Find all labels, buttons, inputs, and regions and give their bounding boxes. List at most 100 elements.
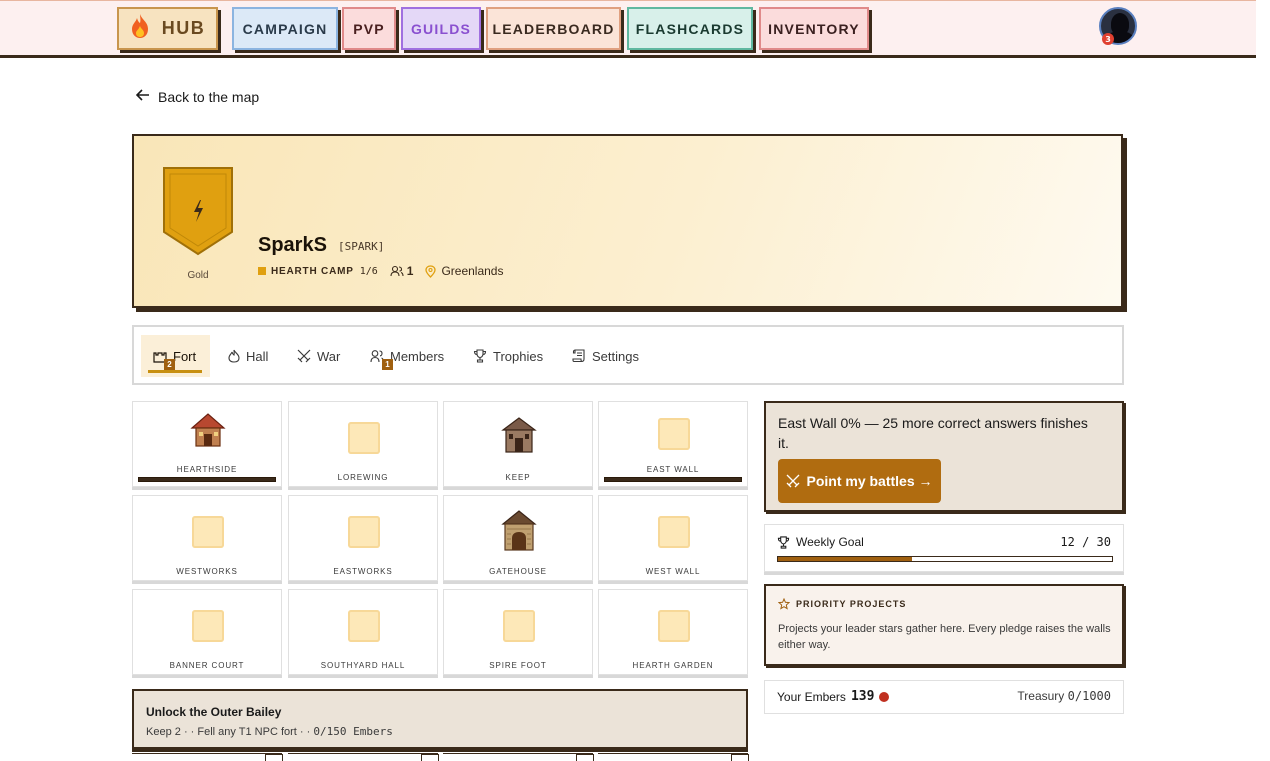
building-hearthside[interactable]: HEARTHSIDE (132, 401, 282, 487)
building-gatehouse[interactable]: GATEHOUSE (443, 495, 593, 581)
parchment-icon (192, 516, 224, 548)
notification-badge: 3 (1102, 33, 1114, 45)
unlock-outer-bailey-card: Unlock the Outer Bailey Keep 2 · · Fell … (132, 689, 748, 749)
requirement-embers: 0/150 Embers (313, 725, 393, 738)
tab-members-badge: 1 (382, 359, 393, 370)
nav-pvp-button[interactable]: PVP (342, 7, 396, 50)
nav-inventory-button[interactable]: INVENTORY (759, 7, 869, 50)
region-name: Greenlands (441, 264, 504, 278)
trophy-icon (473, 349, 487, 363)
crossed-swords-icon (297, 349, 311, 363)
building-label: HEARTHSIDE (176, 465, 238, 474)
star-icon (778, 598, 790, 610)
arrow-left-icon (135, 88, 150, 106)
parchment-icon (658, 516, 690, 548)
back-to-map-link[interactable]: Back to the map (135, 88, 260, 106)
building-label: EASTWORKS (333, 567, 393, 576)
nav-guilds-button[interactable]: GUILDS (401, 7, 481, 50)
treasury: Treasury 0/1000 (1017, 689, 1111, 703)
building-spire-foot[interactable]: SPIRE FOOT (443, 589, 593, 675)
tab-members[interactable]: Members 1 (370, 335, 444, 377)
building-keep[interactable]: KEEP (443, 401, 593, 487)
nav-hub-button[interactable]: HUB (117, 7, 218, 50)
building-label: KEEP (505, 473, 531, 482)
building-label: BANNER COURT (169, 661, 245, 670)
flame-outline-icon (228, 349, 240, 363)
building-label: SOUTHYARD HALL (320, 661, 406, 670)
building-banner-court[interactable]: BANNER COURT (132, 589, 282, 675)
next-row-edge (443, 753, 594, 761)
member-count: 1 (390, 264, 413, 278)
tier-progress: 1/6 (359, 265, 378, 277)
tab-trophies[interactable]: Trophies (473, 335, 543, 377)
embers-label: Your Embers (777, 689, 846, 704)
unlock-requirements: Keep 2 · · Fell any T1 NPC fort · · 0/15… (146, 725, 393, 738)
tier-square-icon (258, 267, 266, 275)
tab-fort-label: Fort (173, 348, 197, 364)
nav-hub-label: HUB (161, 18, 206, 38)
next-row-edge (598, 753, 749, 761)
build-progress-bar (138, 477, 276, 482)
building-label: LOREWING (337, 473, 389, 482)
east-wall-callout: East Wall 0% — 25 more correct answers f… (764, 401, 1124, 512)
nav-campaign-button[interactable]: CAMPAIGN (232, 7, 338, 50)
ember-icon (879, 691, 890, 702)
guild-shield-icon (163, 167, 233, 256)
tab-war-label: War (317, 348, 341, 364)
treasury-value: 0/1000 (1067, 689, 1111, 703)
guild-meta: HEARTH CAMP 1/6 1 Greenlands (258, 264, 503, 278)
building-label: GATEHOUSE (489, 567, 547, 576)
trophy-icon (777, 535, 790, 549)
guild-tag: [SPARK] (338, 240, 385, 253)
building-lorewing[interactable]: LOREWING (288, 401, 438, 487)
tab-trophies-label: Trophies (493, 348, 544, 364)
building-eastworks[interactable]: EASTWORKS (288, 495, 438, 581)
building-west-wall[interactable]: WEST WALL (598, 495, 748, 581)
priority-projects-card: PRIORITY PROJECTS Projects your leader s… (764, 584, 1124, 666)
callout-text: East Wall 0% — 25 more correct answers f… (778, 415, 1088, 451)
cottage-icon (190, 413, 226, 447)
building-westworks[interactable]: WESTWORKS (132, 495, 282, 581)
weekly-goal-card: Weekly Goal 12 / 30 (764, 524, 1124, 572)
priority-projects-title: PRIORITY PROJECTS (796, 599, 907, 609)
building-east-wall[interactable]: EAST WALL (598, 401, 748, 487)
weekly-goal-count: 12 / 30 (1060, 535, 1111, 549)
building-label: WESTWORKS (176, 567, 238, 576)
building-label: EAST WALL (646, 465, 700, 474)
flame-icon (130, 13, 150, 45)
rank-label: Gold (187, 270, 209, 281)
top-nav: HUB CAMPAIGN PVP GUILDS LEADERBOARD FLAS… (0, 0, 1256, 58)
crossed-swords-icon (787, 474, 800, 488)
tab-settings[interactable]: Settings (572, 335, 639, 377)
building-southyard-hall[interactable]: SOUTHYARD HALL (288, 589, 438, 675)
parchment-icon (348, 610, 380, 642)
scroll-icon (572, 349, 585, 363)
requirement-npc-fort: Fell any T1 NPC fort (197, 726, 297, 738)
location-pin-icon (425, 264, 437, 278)
building-label: HEARTH GARDEN (632, 661, 714, 670)
point-my-battles-button[interactable]: Point my battles → (778, 459, 941, 503)
tab-settings-label: Settings (592, 348, 639, 364)
your-embers: Your Embers 139 (777, 689, 890, 704)
tab-hall[interactable]: Hall (228, 335, 268, 377)
parchment-icon (192, 610, 224, 642)
back-link-label: Back to the map (158, 89, 260, 105)
guild-banner: Gold SparkS [SPARK] HEARTH CAMP 1/6 1 Gr… (132, 134, 1123, 308)
priority-projects-header: PRIORITY PROJECTS (778, 598, 906, 610)
weekly-goal-title: Weekly Goal (777, 535, 864, 549)
weekly-goal-label: Weekly Goal (796, 535, 864, 549)
nav-leaderboard-button[interactable]: LEADERBOARD (486, 7, 621, 50)
active-tab-indicator (148, 370, 202, 373)
point-my-battles-label: Point my battles → (806, 473, 933, 489)
tab-members-label: Members (390, 348, 445, 364)
tab-fort[interactable]: Fort 2 (141, 335, 210, 377)
building-hearth-garden[interactable]: HEARTH GARDEN (598, 589, 748, 675)
nav-flashcards-button[interactable]: FLASHCARDS (627, 7, 753, 50)
treasury-label: Treasury (1017, 689, 1065, 703)
tab-war[interactable]: War (297, 335, 340, 377)
requirement-keep: Keep 2 (146, 726, 181, 738)
gatehouse-icon (501, 510, 537, 551)
build-progress-bar (604, 477, 742, 482)
embers-card: Your Embers 139 Treasury 0/1000 (764, 680, 1124, 714)
next-row-edge (132, 753, 283, 761)
